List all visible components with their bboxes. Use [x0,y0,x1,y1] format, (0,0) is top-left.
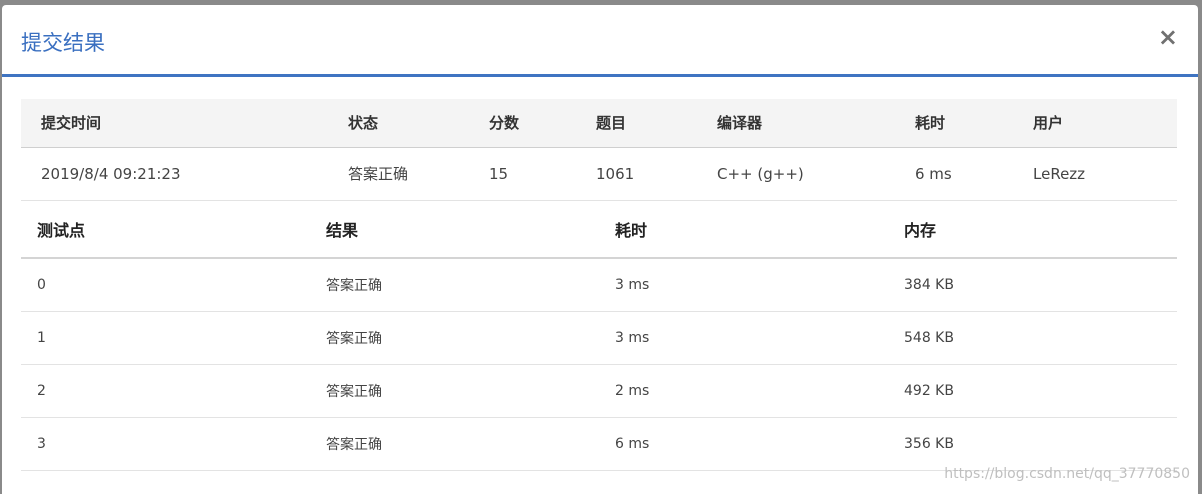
case-memory: 356 KB [888,417,1177,471]
case-time: 3 ms [599,257,888,312]
cases-header-row: 测试点 结果 耗时 内存 [21,200,1177,259]
case-time: 3 ms [599,311,888,365]
case-memory: 492 KB [888,364,1177,418]
case-memory: 384 KB [888,257,1177,312]
modal-title: 提交结果 [21,31,105,55]
case-time: 2 ms [599,364,888,418]
case-result: 答案正确 [310,257,599,312]
case-id: 1 [21,311,310,365]
compiler: C++ (g++) [717,147,915,201]
case-result: 答案正确 [310,311,599,365]
case-id: 2 [21,364,310,418]
case-result: 答案正确 [310,364,599,418]
header-case-time: 耗时 [599,200,888,259]
case-time: 6 ms [599,417,888,471]
score: 15 [489,147,596,201]
modal-body: 提交时间 状态 分数 题目 编译器 耗时 用户 2019/8/4 09:21:2… [21,99,1177,471]
watermark: https://blog.csdn.net/qq_37770850 [944,466,1190,482]
problem-link[interactable]: 1061 [596,147,717,201]
header-score: 分数 [489,99,596,148]
table-row: 1 答案正确 3 ms 548 KB [21,311,1177,365]
header-problem: 题目 [596,99,717,148]
case-id: 3 [21,417,310,471]
header-status: 状态 [328,99,489,148]
close-button[interactable]: × [1158,25,1178,49]
submit-time: 2019/8/4 09:21:23 [21,147,328,201]
header-case-id: 测试点 [21,200,310,259]
header-case-result: 结果 [310,200,599,259]
case-result: 答案正确 [310,417,599,471]
header-elapsed: 耗时 [915,99,1033,148]
header-compiler: 编译器 [717,99,915,148]
test-cases-table: 测试点 结果 耗时 内存 0 答案正确 3 ms 384 KB 1 答案正确 3… [21,200,1177,471]
submission-result-modal: 提交结果 × 提交时间 状态 分数 题目 编译器 耗时 用户 2019/8/4 … [2,5,1198,494]
case-memory: 548 KB [888,311,1177,365]
case-id: 0 [21,257,310,312]
elapsed: 6 ms [915,147,1033,201]
submission-summary-table: 提交时间 状态 分数 题目 编译器 耗时 用户 2019/8/4 09:21:2… [21,99,1177,201]
header-submit-time: 提交时间 [21,99,328,148]
header-user: 用户 [1033,99,1177,148]
modal-header: 提交结果 × [2,5,1198,77]
user: LeRezz [1033,147,1177,201]
table-row: 3 答案正确 6 ms 356 KB [21,417,1177,471]
summary-row: 2019/8/4 09:21:23 答案正确 15 1061 C++ (g++)… [21,147,1177,201]
table-row: 2 答案正确 2 ms 492 KB [21,364,1177,418]
summary-header-row: 提交时间 状态 分数 题目 编译器 耗时 用户 [21,99,1177,148]
header-case-memory: 内存 [888,200,1177,259]
status: 答案正确 [328,147,489,201]
table-row: 0 答案正确 3 ms 384 KB [21,257,1177,312]
